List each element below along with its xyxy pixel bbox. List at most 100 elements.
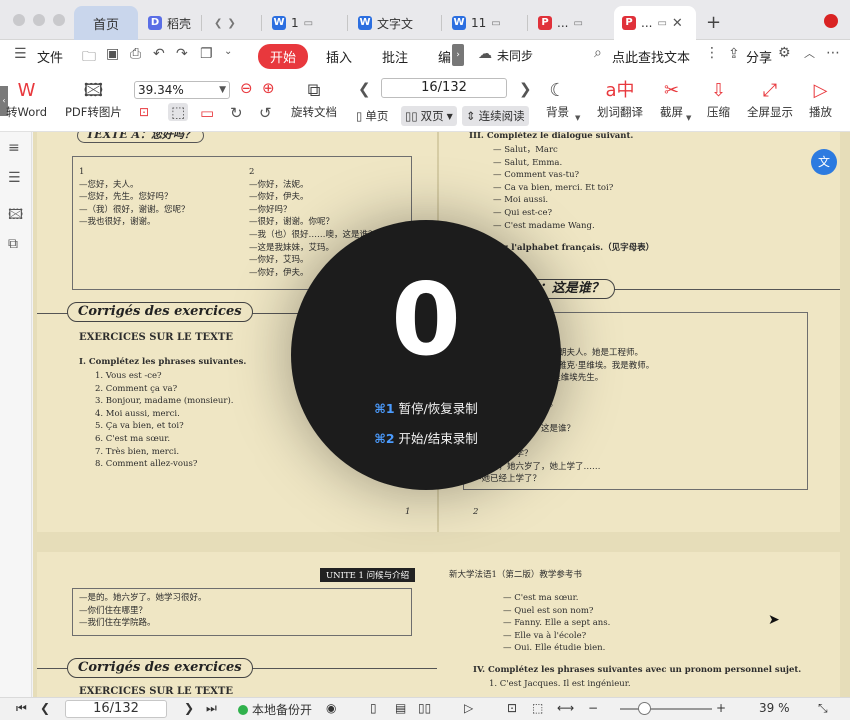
new-tab-button[interactable]: + [706, 12, 721, 33]
bookmark-icon[interactable]: ⧉ [8, 236, 18, 252]
window-zoom-button[interactable] [53, 14, 65, 26]
compress-label: 压缩 [707, 105, 730, 119]
last-page-icon[interactable]: ⏭ [206, 701, 217, 716]
first-page-icon[interactable]: ⏮ [16, 701, 27, 716]
page-number-input[interactable]: 16/132 [381, 78, 507, 98]
menu-edit[interactable]: 编 [438, 47, 451, 66]
search-text-button[interactable]: 点此查找文本 [612, 47, 690, 66]
rotate-right-icon[interactable]: ↺ [259, 104, 272, 122]
window-minimize-button[interactable] [33, 14, 45, 26]
copy-format-icon[interactable]: ❐ [200, 46, 213, 62]
single-page-view-icon[interactable]: ▯ [370, 701, 377, 715]
tab-nav-arrows[interactable]: ❮ ❯ [206, 6, 262, 40]
redo-icon[interactable]: ↷ [176, 46, 188, 62]
chevron-down-icon[interactable]: ⌄ [224, 46, 232, 57]
fit-page-icon[interactable]: ⬚ [532, 701, 543, 715]
monitor-icon: ▭ [657, 17, 667, 29]
previous-page-icon[interactable]: ❮ [358, 80, 371, 98]
fit-page-icon[interactable]: ⬚ [168, 103, 189, 121]
to-word-button[interactable]: W 转Word [6, 78, 47, 120]
eye-icon[interactable]: ◉ [326, 701, 336, 715]
continuous-view-icon[interactable]: ▤ [395, 701, 406, 715]
gear-icon[interactable]: ⚙ [778, 45, 791, 61]
outline-icon[interactable]: ☰ [8, 170, 21, 186]
tab-doc-2[interactable]: W 文字文 [350, 6, 442, 40]
rotate-left-icon[interactable]: ↻ [230, 104, 243, 122]
menu-insert[interactable]: 插入 [326, 47, 352, 66]
lower-right-lines: — C'est ma sœur. — Quel est son nom? — F… [503, 593, 611, 654]
play-icon[interactable]: ▷ [464, 701, 473, 715]
zoom-slider[interactable] [620, 708, 712, 710]
tab-home[interactable]: 首页 [74, 6, 138, 40]
print-icon[interactable]: ⎙ [130, 46, 141, 62]
local-backup-toggle[interactable]: 本地备份开 [238, 701, 312, 718]
fullscreen-icon[interactable]: ⤡ [818, 701, 828, 716]
record-dot-icon[interactable] [824, 14, 838, 28]
open-folder-icon[interactable]: 🗀 [82, 46, 96, 70]
tab-pdf-2[interactable]: P ... ▭ ✕ [614, 6, 696, 40]
zoom-out-icon[interactable]: ⊖ [240, 79, 253, 97]
double-page-button[interactable]: ▯▯ 双页 ▼ [401, 106, 457, 126]
fit-width-icon[interactable]: ⟷ [557, 701, 574, 715]
window-close-button[interactable] [13, 14, 25, 26]
chevron-down-icon: ▼ [575, 114, 581, 122]
screenshot-label: 截屏 [660, 105, 683, 119]
zoom-percent: 39 % [759, 701, 790, 715]
zoom-value: 39.34% [138, 83, 184, 97]
zoom-in-icon[interactable]: ⊕ [262, 79, 275, 97]
fullscreen-button[interactable]: ⤢ 全屏显示 [747, 78, 793, 120]
tab-doc-3[interactable]: W 11 ▭ [444, 6, 528, 40]
actual-size-icon[interactable]: ⊡ [139, 105, 149, 119]
zoom-select[interactable]: 39.34% ▼ [134, 81, 230, 99]
chevron-left-icon[interactable]: ❮ [214, 18, 222, 29]
status-page-input[interactable]: 16/132 [65, 700, 167, 718]
save-icon[interactable]: ▣ [106, 46, 119, 62]
shortcut-record-key: ⌘2 [374, 431, 395, 446]
sync-status[interactable]: 未同步 [497, 47, 533, 64]
fit-width-icon[interactable]: ▭ [200, 104, 214, 122]
zoom-in-icon[interactable]: + [716, 701, 726, 715]
thumbnail-icon[interactable]: 🖾 [8, 204, 23, 228]
menu-annotate[interactable]: 批注 [382, 47, 408, 66]
zoom-slider-handle[interactable] [638, 702, 651, 715]
background-button[interactable]: ☾ 背景 [546, 78, 569, 120]
previous-page-icon[interactable]: ❮ [40, 701, 50, 715]
play-button[interactable]: ▷ 播放 [809, 78, 832, 120]
next-page-icon[interactable]: ❯ [184, 701, 194, 715]
menu-scroll-right-button[interactable]: › [452, 44, 464, 66]
single-page-button[interactable]: ▯ 单页 [352, 106, 392, 126]
hamburger-icon[interactable]: ≡ [8, 140, 20, 156]
menu-file[interactable]: 文件 [37, 47, 63, 66]
continuous-read-button[interactable]: ⇕ 连续阅读 [462, 106, 529, 126]
search-icon[interactable]: ⌕ [594, 45, 602, 61]
translate-button[interactable]: a中 划词翻译 [597, 78, 643, 120]
menu-start[interactable]: 开始 [258, 44, 309, 69]
dialogue-lines: — Salut，Marc — Salut, Emma. — Comment va… [493, 145, 614, 231]
chevron-up-icon[interactable]: ︿ [804, 45, 815, 61]
translate-float-icon[interactable]: 文 [811, 149, 837, 175]
more-horizontal-icon[interactable]: ⋯ [826, 45, 840, 61]
undo-icon[interactable]: ↶ [153, 46, 165, 62]
chevron-right-icon[interactable]: ❯ [227, 18, 235, 29]
tab-doc-1[interactable]: W 1 ▭ [264, 6, 348, 40]
hamburger-icon[interactable]: ☰ [14, 46, 27, 62]
zoom-out-icon[interactable]: − [588, 701, 598, 715]
screenshot-button[interactable]: ✂ 截屏 [660, 78, 683, 120]
close-tab-icon[interactable]: ✕ [672, 16, 683, 31]
translate-icon: a中 [605, 80, 635, 101]
backup-status-icon [238, 705, 248, 715]
to-word-icon: W [17, 80, 36, 101]
tab-daoke[interactable]: D 稻壳 [140, 6, 202, 40]
double-page-view-icon[interactable]: ▯▯ [418, 701, 431, 715]
share-button[interactable]: 分享 [746, 47, 772, 66]
compress-button[interactable]: ⇩ 压缩 [707, 78, 730, 120]
play-icon: ▷ [813, 80, 828, 101]
actual-size-icon[interactable]: ⊡ [507, 701, 517, 715]
more-vertical-icon[interactable]: ⋮ [705, 45, 719, 61]
tab-pdf-1[interactable]: P ... ▭ [530, 6, 612, 40]
tab-pdf-1-label: ... [557, 16, 569, 30]
pdf-to-image-button[interactable]: 🖾 PDF转图片 [65, 78, 122, 120]
rotate-document-button[interactable]: ⧉ 旋转文档 [291, 78, 337, 120]
next-page-icon[interactable]: ❯ [519, 80, 532, 98]
corriges-banner: Corrigés des exercices [67, 302, 253, 322]
